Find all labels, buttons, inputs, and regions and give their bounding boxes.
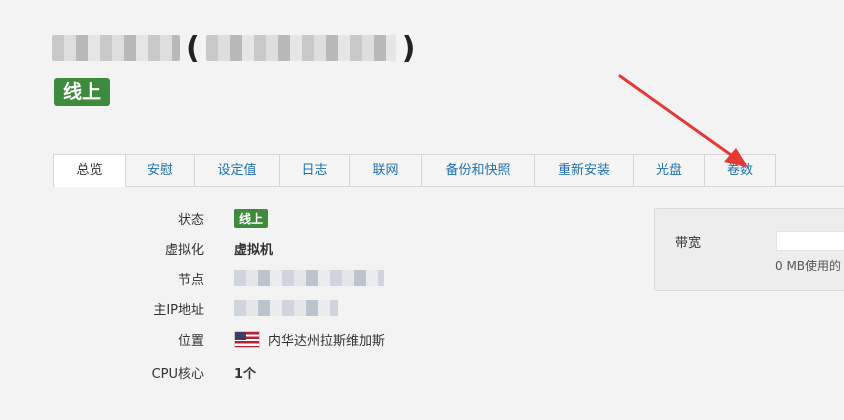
annotation-arrow-icon [618,74,748,167]
